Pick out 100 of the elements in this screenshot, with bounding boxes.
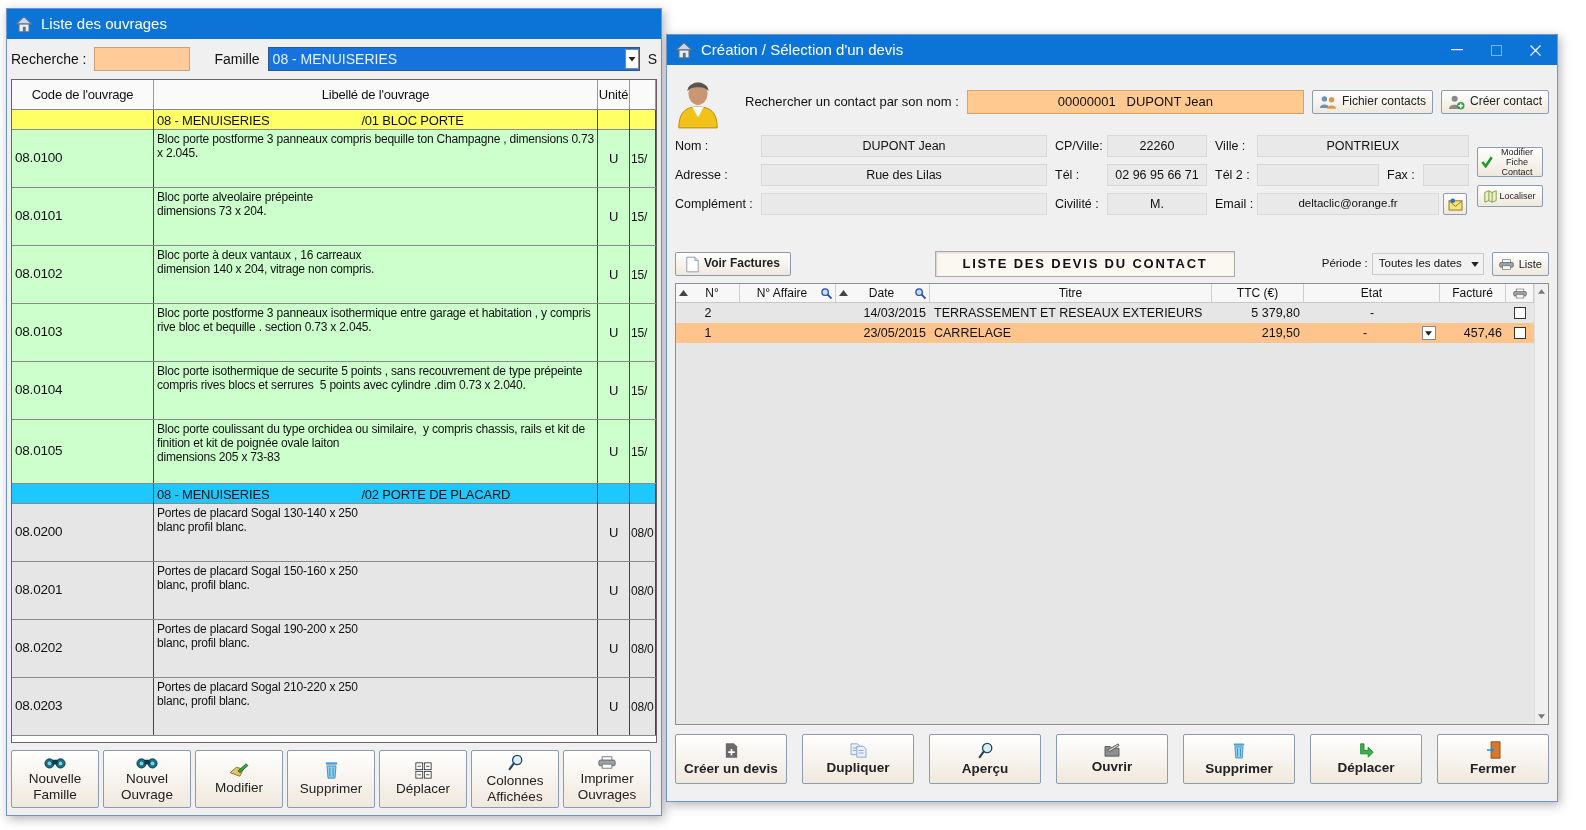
table-cell-text: - <box>1362 324 1368 342</box>
toolbar-button[interactable]: Déplacer <box>379 750 467 808</box>
table-cell: Portes de placard Sogal 130-140 x 250 blanc profil blanc. <box>154 504 598 561</box>
checkbox[interactable] <box>1514 327 1526 339</box>
house-icon <box>675 41 693 59</box>
table-row[interactable]: 08.0101 Bloc porte alveolaire prépeinte dimensions 73 x 204. U 15/ <box>12 188 656 246</box>
minimize-icon[interactable] <box>1451 49 1463 51</box>
field-label: Fax : <box>1387 166 1415 184</box>
toolbar-button[interactable]: Colonnes Affichées <box>471 750 559 808</box>
scrollbar[interactable] <box>1534 284 1548 724</box>
table-row[interactable]: 2 14/03/2015 TERRASSEMENT ET RESEAUX EXTERIEURS 5 379,80 - <box>676 303 1534 323</box>
table-cell: Portes de placard Sogal 150-160 x 250 blanc, profil blanc. <box>154 562 598 619</box>
table-cell: 08.0203 <box>12 678 154 735</box>
column-header[interactable]: N° Affaire <box>740 284 836 302</box>
action-button[interactable]: Déplacer <box>1310 734 1422 784</box>
folder-icon <box>1104 743 1120 758</box>
print-list-button[interactable]: Liste <box>1491 252 1549 276</box>
input-field[interactable]: Rue des Lilas <box>761 164 1047 186</box>
contact-search-field[interactable]: 00000001 DUPONT Jean <box>966 90 1304 114</box>
input-field[interactable]: M. <box>1107 193 1207 215</box>
person-add-icon <box>1447 94 1465 110</box>
family-dropdown[interactable]: 08 - MENUISERIES <box>267 47 640 71</box>
action-button[interactable]: Créer un devis <box>675 734 787 784</box>
input-field[interactable]: PONTRIEUX <box>1257 135 1469 157</box>
checkmark-icon <box>1481 156 1493 168</box>
table-cell-text: 219,50 <box>1260 324 1301 342</box>
field-label: Adresse : <box>675 166 729 184</box>
document-plus-icon <box>724 741 738 759</box>
pencil-icon <box>229 762 249 779</box>
toolbar-button[interactable]: Supprimer <box>287 750 375 808</box>
group-row[interactable]: 08 - MENUISERIES /01 BLOC PORTE <box>12 110 656 130</box>
checkbox[interactable] <box>1514 307 1526 319</box>
table-cell: 08/0 <box>630 620 656 677</box>
column-header[interactable]: Libellé de l'ouvrage <box>154 80 598 109</box>
email-button[interactable] <box>1443 193 1467 215</box>
window-title: Création / Sélection d'un devis <box>701 39 904 60</box>
contact-button[interactable]: Fichier contacts <box>1311 90 1433 114</box>
action-button[interactable]: Supprimer <box>1183 734 1295 784</box>
column-header[interactable]: Code de l'ouvrage <box>12 80 154 109</box>
dropdown-button[interactable] <box>1422 326 1436 340</box>
column-header[interactable]: TTC (€) <box>1212 284 1304 302</box>
contact-action-button[interactable]: Localiser <box>1477 185 1543 207</box>
contact-action-button[interactable]: Modifier Fiche Contact <box>1477 147 1543 177</box>
table-cell: Bloc porte isothermique de securite 5 points , sans recouvrement de type prépeinte compris rives blocs et serrures 5 points avec cylindre .dim 0.73 x 2.040. <box>154 362 598 419</box>
caret-icon <box>624 49 639 69</box>
input-field[interactable] <box>761 193 1047 215</box>
table-row[interactable]: 08.0102 Bloc porte à deux vantaux , 16 carreaux dimension 140 x 204, vitrage non compris. U 15/ <box>12 246 656 304</box>
input-field[interactable]: 02 96 95 66 71 <box>1107 164 1207 186</box>
scroll-up-icon[interactable] <box>1538 289 1545 294</box>
action-button[interactable]: Fermer <box>1437 734 1549 784</box>
table-row[interactable]: 08.0200 Portes de placard Sogal 130-140 x 250 blanc profil blanc. U 08/0 <box>12 504 656 562</box>
table-cell: 08/0 <box>630 678 656 735</box>
column-header[interactable]: N° <box>676 284 740 302</box>
table-cell: U <box>598 304 630 361</box>
input-field[interactable] <box>1422 164 1469 186</box>
table-cell: U <box>598 246 630 303</box>
column-header[interactable]: Date <box>836 284 930 302</box>
table-row[interactable]: 08.0203 Portes de placard Sogal 210-220 x 250 blanc, profil blanc. U 08/0 <box>12 678 656 736</box>
input-field[interactable]: DUPONT Jean <box>761 135 1047 157</box>
magnifier-icon <box>507 754 523 772</box>
toolbar-button[interactable]: Nouvel Ouvrage <box>103 750 191 808</box>
action-button[interactable]: Dupliquer <box>802 734 914 784</box>
close-icon[interactable] <box>1530 44 1541 56</box>
input-field[interactable] <box>1257 164 1379 186</box>
column-header[interactable]: Titre <box>930 284 1212 302</box>
grid-icon <box>414 761 432 779</box>
caret-icon <box>1425 330 1433 336</box>
table-cell: 15/ <box>630 420 656 483</box>
family-label: 08 - MENUISERIES <box>157 112 270 130</box>
input-field[interactable]: 22260 <box>1107 135 1207 157</box>
caret-icon <box>1470 261 1479 267</box>
arrow-icon <box>1358 742 1374 758</box>
table-row[interactable]: 08.0100 Bloc porte postforme 3 panneaux compris bequille ton Champagne , dimensions 0.73 x 2.045. U 15/ <box>12 130 656 188</box>
copy-icon <box>849 742 867 758</box>
toolbar-button[interactable]: Modifier <box>195 750 283 808</box>
table-cell: U <box>598 562 630 619</box>
table-row[interactable]: 08.0201 Portes de placard Sogal 150-160 x 250 blanc, profil blanc. U 08/0 <box>12 562 656 620</box>
scroll-down-icon[interactable] <box>1538 714 1545 719</box>
toolbar-button[interactable]: Nouvelle Famille <box>11 750 99 808</box>
period-dropdown[interactable]: Toutes les dates <box>1371 253 1484 275</box>
table-cell-text: 457,46 <box>1462 324 1503 342</box>
column-header[interactable]: Etat <box>1304 284 1440 302</box>
invoices-button[interactable]: Voir Factures <box>675 252 791 276</box>
column-header[interactable]: Unité <box>598 80 630 109</box>
table-row[interactable]: 08.0104 Bloc porte isothermique de securite 5 points , sans recouvrement de type prépeinte compris rives blocs et serrures 5 points avec cylindre .dim 0.73 x 2.040. U 15/ <box>12 362 656 420</box>
column-header[interactable]: Facturé <box>1440 284 1506 302</box>
table-row[interactable]: 1 23/05/2015 CARRELAGE 219,50 - 457,46 <box>676 323 1534 343</box>
table-cell: 15/ <box>630 130 656 187</box>
input-field[interactable]: deltaclic@orange.fr <box>1257 193 1439 215</box>
search-field[interactable] <box>94 47 191 71</box>
table-row[interactable]: 08.0202 Portes de placard Sogal 190-200 x 250 blanc, profil blanc. U 08/0 <box>12 620 656 678</box>
table-row[interactable]: 08.0105 Bloc porte coulissant du type orchidea ou similaire, y compris chassis, rails et kit de finition et kit de poignée ovale laiton dimensions 205 x 73-83 U 15/ <box>12 420 656 484</box>
group-row[interactable]: 08 - MENUISERIES /02 PORTE DE PLACARD <box>12 484 656 504</box>
toolbar-button[interactable]: Imprimer Ouvrages <box>563 750 651 808</box>
contact-button[interactable]: Créer contact <box>1440 90 1549 114</box>
table-row[interactable]: 08.0103 Bloc porte postforme 3 panneaux isothermique entre garage et habitation , y compris rive bloc et bequille . section 0.73 x 2.045. U 15/ <box>12 304 656 362</box>
action-button[interactable]: Ouvrir <box>1056 734 1168 784</box>
contacts-icon <box>1318 94 1337 110</box>
table-cell: U <box>598 130 630 187</box>
action-button[interactable]: Aperçu <box>929 734 1041 784</box>
